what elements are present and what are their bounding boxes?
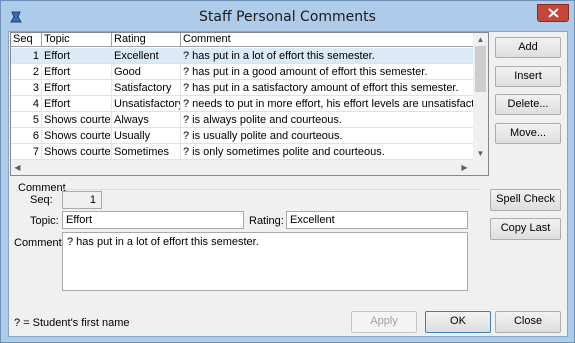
window-title: Staff Personal Comments [199,9,376,25]
cell-topic: Effort [42,48,112,64]
cell-rating: Sometimes [112,144,181,160]
topic-label: Topic: [30,215,59,227]
table-row[interactable]: 5 Shows courtesy Always ? is always poli… [11,112,473,128]
rating-field[interactable]: Excellent [286,211,468,229]
cell-topic: Effort [42,96,112,112]
cell-comment: ? is only sometimes polite and courteous… [183,146,385,158]
vertical-scroll-thumb[interactable] [475,46,486,92]
cell-seq: 3 [11,80,42,96]
cell-topic: Shows courtesy [44,128,112,144]
table-row[interactable]: 6 Shows courtesy Usually ? is usually po… [11,128,473,144]
cell-comment: ? needs to put in more effort, his effor… [183,98,473,110]
table-row[interactable]: 7 Shows courtesy Sometimes ? is only som… [11,144,473,160]
cell-rating: Unsatisfactory [114,96,181,112]
grid-header: Seq Topic Rating Comment [11,33,473,47]
cell-rating: Satisfactory [112,80,181,96]
scroll-right-icon[interactable]: ▶ [458,161,471,174]
scroll-down-icon[interactable]: ▼ [474,147,487,160]
column-header-comment[interactable]: Comment [181,33,473,47]
cell-comment: ? is always polite and courteous. [183,114,342,126]
cell-comment: ? has put in a good amount of effort thi… [183,66,428,78]
comments-grid[interactable]: Seq Topic Rating Comment 1 Effort Excell… [10,32,489,176]
table-row[interactable]: 2 Effort Good ? has put in a good amount… [11,64,473,80]
cell-rating: Usually [112,128,181,144]
close-button[interactable]: Close [495,311,561,333]
spell-check-button[interactable]: Spell Check [490,189,561,211]
cell-seq: 4 [11,96,42,112]
cell-rating: Always [112,112,181,128]
comment-label: Comment: [14,237,65,249]
table-row[interactable]: 1 Effort Excellent ? has put in a lot of… [11,48,473,64]
close-icon [548,8,559,18]
cell-comment: ? has put in a lot of effort this semest… [183,50,375,62]
column-header-topic[interactable]: Topic [42,33,112,47]
delete-button[interactable]: Delete... [495,94,561,115]
cell-rating: Excellent [112,48,181,64]
grid-horizontal-scrollbar[interactable]: ◀ ▶ [11,160,473,175]
cell-seq: 7 [11,144,42,160]
move-button[interactable]: Move... [495,123,561,144]
grid-vertical-scrollbar[interactable]: ▲ ▼ [473,33,488,160]
group-divider [63,189,481,190]
cell-rating: Good [112,64,181,80]
cell-seq: 2 [11,64,42,80]
table-row[interactable]: 3 Effort Satisfactory ? has put in a sat… [11,80,473,96]
topic-field[interactable]: Effort [62,211,244,229]
column-header-rating[interactable]: Rating [112,33,181,47]
cell-seq: 5 [11,112,42,128]
dialog-window: Staff Personal Comments Seq Topic Rating… [0,0,575,343]
dialog-client-area: Seq Topic Rating Comment 1 Effort Excell… [8,31,568,337]
cell-comment: ? has put in a satisfactory amount of ef… [183,82,459,94]
scroll-up-icon[interactable]: ▲ [474,33,487,46]
add-button[interactable]: Add [495,37,561,58]
column-header-seq[interactable]: Seq [11,33,42,47]
cell-comment: ? is usually polite and courteous. [183,130,343,142]
window-close-button[interactable] [537,4,569,22]
cell-topic: Shows courtesy [44,112,112,128]
comment-group-label: Comment [18,182,66,194]
cell-topic: Effort [42,80,112,96]
legend-text: ? = Student's first name [14,317,130,329]
cell-seq: 6 [11,128,42,144]
table-row[interactable]: 4 Effort Unsatisfactory ? needs to put i… [11,96,473,112]
seq-field: 1 [62,191,102,209]
cell-topic: Effort [42,64,112,80]
scroll-left-icon[interactable]: ◀ [11,161,24,174]
insert-button[interactable]: Insert [495,66,561,87]
comment-textarea[interactable]: ? has put in a lot of effort this semest… [62,232,468,291]
copy-last-button[interactable]: Copy Last [490,218,561,240]
cell-seq: 1 [11,48,42,64]
apply-button[interactable]: Apply [351,311,417,333]
rating-label: Rating: [249,215,284,227]
cell-topic: Shows courtesy [44,144,112,160]
title-bar[interactable]: Staff Personal Comments [1,1,574,33]
ok-button[interactable]: OK [425,311,491,333]
seq-label: Seq: [30,194,53,206]
scrollbar-corner [473,160,488,175]
